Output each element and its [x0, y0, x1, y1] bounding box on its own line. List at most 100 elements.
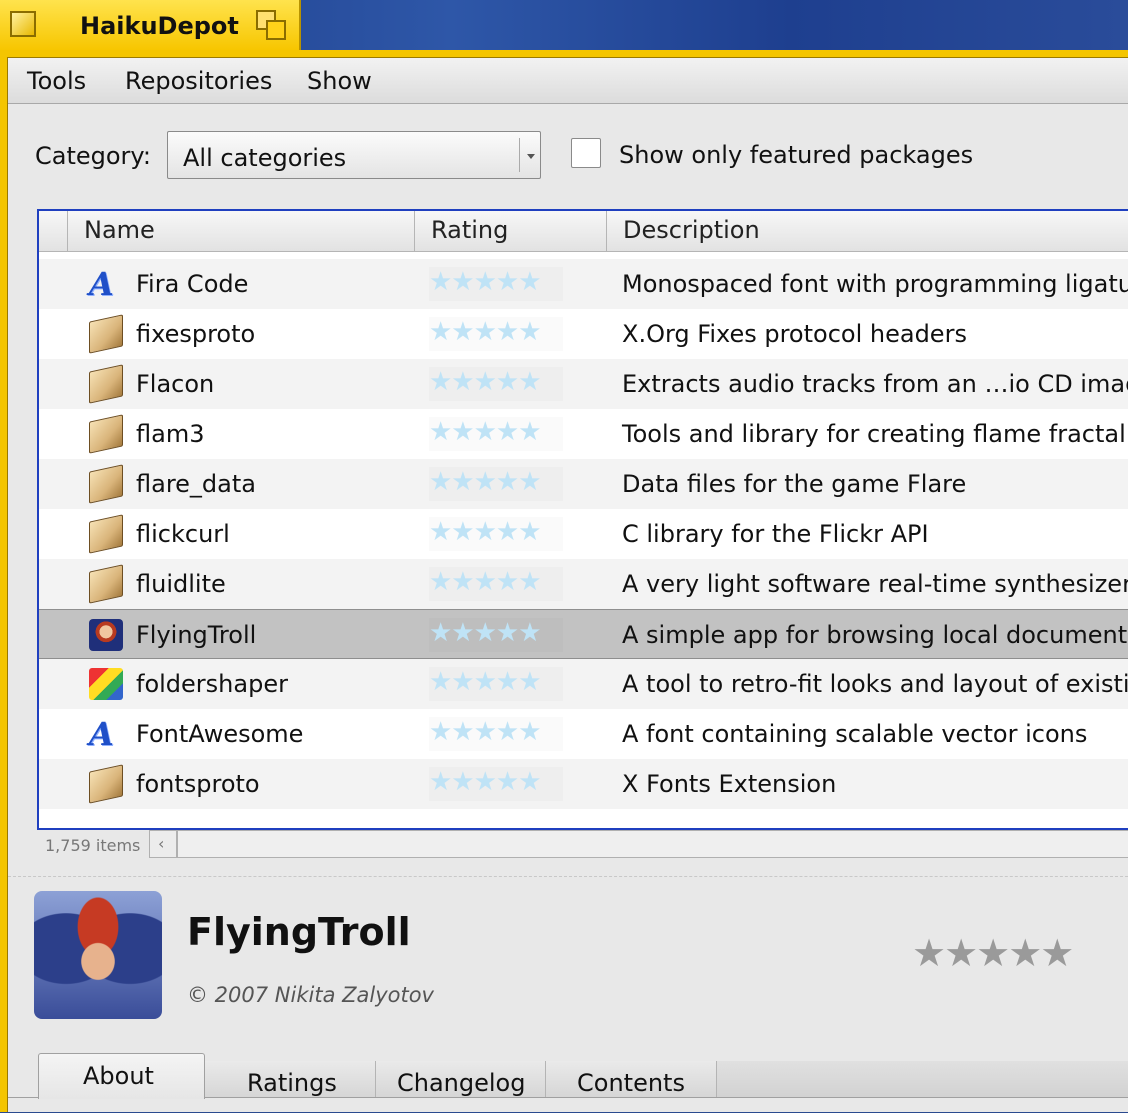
tab-contents-label: Contents	[577, 1069, 685, 1097]
package-large-icon	[34, 891, 162, 1019]
rating-stars: ★★★★★	[429, 517, 542, 547]
package-title: FlyingTroll	[187, 910, 411, 954]
package-icon	[89, 364, 123, 404]
table-row[interactable]: flare_data ★★★★★ Data files for the game F…	[39, 459, 1128, 509]
column-rating[interactable]: Rating	[414, 211, 606, 251]
column-description-label: Description	[623, 216, 760, 244]
package-name: FontAwesome	[136, 720, 304, 748]
list-rows: A Fira Code ★★★★★ Monospaced font with prog…	[39, 259, 1128, 809]
rating-stars: ★★★★★	[429, 417, 542, 447]
package-icon	[89, 564, 123, 604]
item-count: 1,759 items	[45, 836, 141, 855]
close-button[interactable]	[10, 11, 36, 37]
rating-cell: ★★★★★	[429, 667, 563, 701]
menu-repositories[interactable]: Repositories	[125, 67, 272, 95]
tab-changelog-label: Changelog	[397, 1069, 526, 1097]
table-row[interactable]: FlyingTroll ★★★★★ A simple app for browsin…	[39, 609, 1128, 659]
rating-cell: ★★★★★	[429, 517, 563, 551]
package-list[interactable]: Name Rating Description A Fira Code ★★★★★ M…	[37, 209, 1128, 830]
table-row[interactable]: flickcurl ★★★★★ C library for the Flickr A…	[39, 509, 1128, 559]
category-value: All categories	[183, 144, 347, 172]
tab-about[interactable]: About	[38, 1053, 205, 1099]
menu-tools[interactable]: Tools	[27, 67, 86, 95]
category-dropdown[interactable]: All categories	[167, 131, 541, 179]
window-title: HaikuDepot	[80, 12, 239, 40]
column-name[interactable]: Name	[67, 211, 414, 251]
rating-cell: ★★★★★	[429, 367, 563, 401]
tab-contents[interactable]: Contents	[546, 1061, 717, 1097]
package-name: flare_data	[136, 470, 256, 498]
package-description: Extracts audio tracks from an …io CD ima…	[622, 370, 1128, 398]
table-row[interactable]: fluidlite ★★★★★ A very light software real…	[39, 559, 1128, 609]
rating-cell: ★★★★★	[429, 267, 563, 301]
package-name: FlyingTroll	[136, 621, 257, 649]
rating-stars: ★★★★★	[429, 717, 542, 747]
column-rating-label: Rating	[431, 216, 509, 244]
foldershaper-icon	[89, 668, 123, 700]
font-icon: A	[89, 265, 114, 303]
rating-cell: ★★★★★	[429, 767, 563, 801]
window-tab[interactable]: HaikuDepot	[0, 0, 301, 50]
tab-changelog[interactable]: Changelog	[376, 1061, 546, 1097]
rating-stars: ★★★★★	[429, 767, 542, 797]
rating-cell: ★★★★★	[429, 618, 563, 652]
table-row[interactable]: fontsproto ★★★★★ X Fonts Extension	[39, 759, 1128, 809]
featured-checkbox-label[interactable]: Show only featured packages	[619, 141, 973, 169]
column-name-label: Name	[84, 216, 155, 244]
scroll-left-button[interactable]: ‹	[149, 830, 177, 858]
tab-about-label: About	[83, 1062, 154, 1090]
package-description: A font containing scalable vector icons	[622, 720, 1088, 748]
table-row[interactable]: Flacon ★★★★★ Extracts audio tracks from an…	[39, 359, 1128, 409]
tab-bar-fill	[717, 1061, 1128, 1097]
rating-cell: ★★★★★	[429, 717, 563, 751]
chevron-left-icon: ‹	[158, 834, 165, 853]
column-description[interactable]: Description	[606, 211, 1128, 251]
window-content: Tools Repositories Show Category: All ca…	[7, 57, 1128, 1112]
tab-ratings[interactable]: Ratings	[205, 1061, 376, 1097]
list-header: Name Rating Description	[39, 211, 1128, 252]
rating-stars: ★★★★★	[429, 467, 542, 497]
rating-cell: ★★★★★	[429, 467, 563, 501]
menu-show[interactable]: Show	[307, 67, 372, 95]
zoom-button[interactable]	[256, 10, 288, 42]
package-icon	[89, 514, 123, 554]
rating-stars: ★★★★★	[429, 317, 542, 347]
rating-stars: ★★★★★	[429, 267, 542, 297]
package-name: fixesproto	[136, 320, 256, 348]
package-name: Fira Code	[136, 270, 249, 298]
package-description: A tool to retro-fit looks and layout of …	[622, 670, 1128, 698]
package-description: X.Org Fixes protocol headers	[622, 320, 967, 348]
package-icon	[89, 464, 123, 504]
divider	[8, 876, 1128, 877]
status-bar: 1,759 items ‹	[37, 830, 1128, 860]
package-icon	[89, 414, 123, 454]
package-name: foldershaper	[136, 670, 288, 698]
package-description: C library for the Flickr API	[622, 520, 929, 548]
chevron-down-icon	[527, 154, 535, 159]
table-row[interactable]: A Fira Code ★★★★★ Monospaced font with prog…	[39, 259, 1128, 309]
package-description: Monospaced font with programming ligatu	[622, 270, 1128, 298]
rating-cell: ★★★★★	[429, 417, 563, 451]
rating-stars: ★★★★★	[429, 618, 542, 648]
package-name: flickcurl	[136, 520, 230, 548]
horizontal-scrollbar[interactable]	[177, 830, 1128, 858]
table-row[interactable]: fixesproto ★★★★★ X.Org Fixes protocol head…	[39, 309, 1128, 359]
featured-checkbox[interactable]	[571, 138, 601, 168]
package-description: A very light software real-time synthesi…	[622, 570, 1128, 598]
rating-cell: ★★★★★	[429, 317, 563, 351]
window-frame: Tools Repositories Show Category: All ca…	[0, 50, 1128, 1112]
table-row[interactable]: flam3 ★★★★★ Tools and library for creating…	[39, 409, 1128, 459]
table-row[interactable]: A FontAwesome ★★★★★ A font containing scala…	[39, 709, 1128, 759]
package-description: X Fonts Extension	[622, 770, 837, 798]
table-row[interactable]: foldershaper ★★★★★ A tool to retro-fit loo…	[39, 659, 1128, 709]
package-description: Data files for the game Flare	[622, 470, 967, 498]
package-name: fluidlite	[136, 570, 226, 598]
troll-icon	[89, 619, 123, 651]
rating-stars: ★★★★★	[429, 667, 542, 697]
category-label: Category:	[35, 142, 151, 170]
tab-ratings-label: Ratings	[247, 1069, 337, 1097]
package-name: Flacon	[136, 370, 215, 398]
package-copyright: © 2007 Nikita Zalyotov	[187, 983, 434, 1007]
package-rating-stars: ★★★★★	[912, 931, 1074, 975]
rating-stars: ★★★★★	[429, 567, 542, 597]
